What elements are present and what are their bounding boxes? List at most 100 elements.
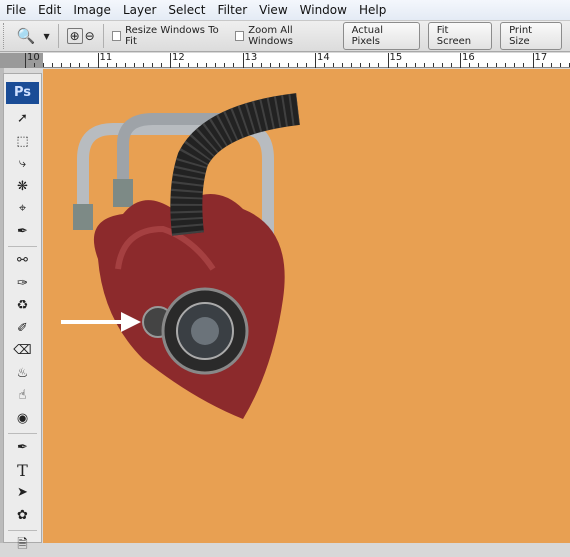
ruler-tick — [224, 63, 225, 67]
ruler-tick — [115, 63, 117, 67]
ruler-tick — [469, 63, 470, 67]
ruler-label: 15 — [387, 53, 402, 68]
ruler-tick — [233, 63, 234, 67]
ruler-tick — [88, 63, 89, 67]
ruler-tick — [79, 63, 80, 67]
custom-shape-tool-icon[interactable]: ✿ — [4, 505, 41, 528]
resize-windows-checkbox[interactable]: Resize Windows To Fit — [111, 25, 227, 47]
ruler-tick — [423, 63, 425, 67]
ruler-label: 13 — [242, 53, 257, 68]
horizontal-ruler[interactable]: 10 11 12 13 14 15 16 17 — [25, 53, 570, 68]
move-tool-icon[interactable]: ➚ — [4, 108, 41, 131]
chevron-down-icon[interactable]: ▼ — [44, 32, 50, 41]
ruler-tick — [52, 63, 53, 67]
ruler-tick — [505, 63, 506, 67]
path-selection-tool-icon[interactable]: ➤ — [4, 482, 41, 505]
menu-layer[interactable]: Layer — [117, 3, 162, 17]
ruler-tick — [478, 63, 479, 67]
menu-file[interactable]: File — [0, 3, 32, 17]
paint-bucket-tool-icon[interactable]: ♨ — [4, 363, 41, 386]
ruler-label: 16 — [460, 53, 475, 68]
ruler-tick — [559, 63, 561, 67]
ruler-tick — [450, 63, 452, 67]
magic-wand-tool-icon[interactable]: ❋ — [4, 176, 41, 199]
print-size-button[interactable]: Print Size — [500, 22, 562, 50]
crop-tool-icon[interactable]: ⌖ — [4, 198, 41, 221]
menu-select[interactable]: Select — [162, 3, 211, 17]
ruler-tick — [550, 63, 552, 67]
ruler-tick — [151, 63, 153, 67]
ruler-tick — [197, 63, 198, 67]
ruler-tick — [269, 63, 271, 67]
ruler-tick — [61, 63, 62, 67]
menu-edit[interactable]: Edit — [32, 3, 67, 17]
ruler-label: 14 — [315, 53, 330, 68]
actual-pixels-button[interactable]: Actual Pixels — [342, 22, 420, 50]
pen-tool-icon[interactable]: ✒ — [4, 437, 41, 460]
eraser-tool-icon[interactable]: ⌫ — [4, 340, 41, 363]
menu-view[interactable]: View — [253, 3, 293, 17]
ruler-tick — [351, 63, 352, 67]
tools-panel: Ps ➚ ⬚ ⤷ ❋ ⌖ ✒ ⚯ ✑ ♻ ✐ ⌫ ♨ ☝ ◉ ✒ T ➤ ✿ 🗎 — [3, 73, 42, 552]
pipe-connector-mid — [113, 179, 133, 207]
ruler-tick — [305, 63, 307, 67]
ruler-tick — [124, 63, 126, 67]
ruler-tick — [70, 63, 71, 67]
menu-window[interactable]: Window — [294, 3, 353, 17]
ruler-tick — [251, 63, 253, 67]
ps-logo: Ps — [6, 82, 39, 104]
notes-tool-icon[interactable]: 🗎 — [4, 534, 41, 557]
lasso-tool-icon[interactable]: ⤷ — [4, 153, 41, 176]
ruler-tick — [369, 63, 370, 67]
history-brush-tool-icon[interactable]: ✐ — [4, 318, 41, 341]
ruler-label: 17 — [532, 53, 547, 68]
ruler-label: 10 — [25, 53, 40, 68]
menu-image[interactable]: Image — [67, 3, 117, 17]
ruler-tick — [568, 63, 570, 67]
ruler-tick — [215, 63, 216, 67]
ruler-tick — [324, 63, 325, 67]
ruler-tick — [106, 63, 108, 67]
ruler-tick — [43, 63, 44, 67]
menu-help[interactable]: Help — [353, 3, 392, 17]
dodge-tool-icon[interactable]: ◉ — [4, 408, 41, 431]
ruler-tick — [260, 63, 262, 67]
eyedropper-tool-icon[interactable]: ✒ — [4, 221, 41, 244]
ruler-tick — [441, 63, 443, 67]
healing-brush-tool-icon[interactable]: ⚯ — [4, 250, 41, 273]
marquee-tool-icon[interactable]: ⬚ — [4, 131, 41, 154]
heart-artwork — [61, 93, 301, 419]
ruler-tick — [496, 63, 497, 67]
menu-filter[interactable]: Filter — [211, 3, 253, 17]
document-canvas[interactable] — [43, 69, 570, 543]
ruler-tick — [160, 63, 162, 67]
zoom-tool-preset-icon[interactable]: 🔍 — [17, 27, 36, 45]
zoom-all-windows-checkbox[interactable]: Zoom All Windows — [234, 25, 335, 47]
ruler-tick — [287, 63, 289, 67]
zoom-out-icon[interactable]: ⊖ — [85, 29, 95, 43]
zoom-in-icon[interactable]: ⊕ — [66, 28, 83, 44]
ruler-tick — [432, 63, 434, 67]
ruler-tick — [541, 63, 543, 67]
options-grip[interactable] — [3, 23, 7, 49]
ruler-tick — [179, 63, 180, 67]
fit-screen-button[interactable]: Fit Screen — [427, 22, 493, 50]
brush-tool-icon[interactable]: ✑ — [4, 273, 41, 296]
ruler-tick — [333, 63, 334, 67]
ruler-tick — [34, 63, 35, 67]
clone-stamp-tool-icon[interactable]: ♻ — [4, 295, 41, 318]
ruler-tick — [342, 63, 343, 67]
ruler-tick — [360, 63, 361, 67]
ruler-label: 11 — [97, 53, 112, 68]
ruler-tick — [278, 63, 280, 67]
blur-tool-icon[interactable]: ☝ — [4, 385, 41, 408]
ruler-tick — [142, 63, 144, 67]
type-tool-icon[interactable]: T — [4, 460, 41, 483]
ruler-tick — [523, 63, 524, 67]
ruler-tick — [414, 63, 416, 67]
ruler-tick — [396, 63, 398, 67]
ruler-tick — [133, 63, 135, 67]
ruler-tick — [514, 63, 515, 67]
ruler-tick — [206, 63, 207, 67]
ruler-tick — [188, 63, 189, 67]
